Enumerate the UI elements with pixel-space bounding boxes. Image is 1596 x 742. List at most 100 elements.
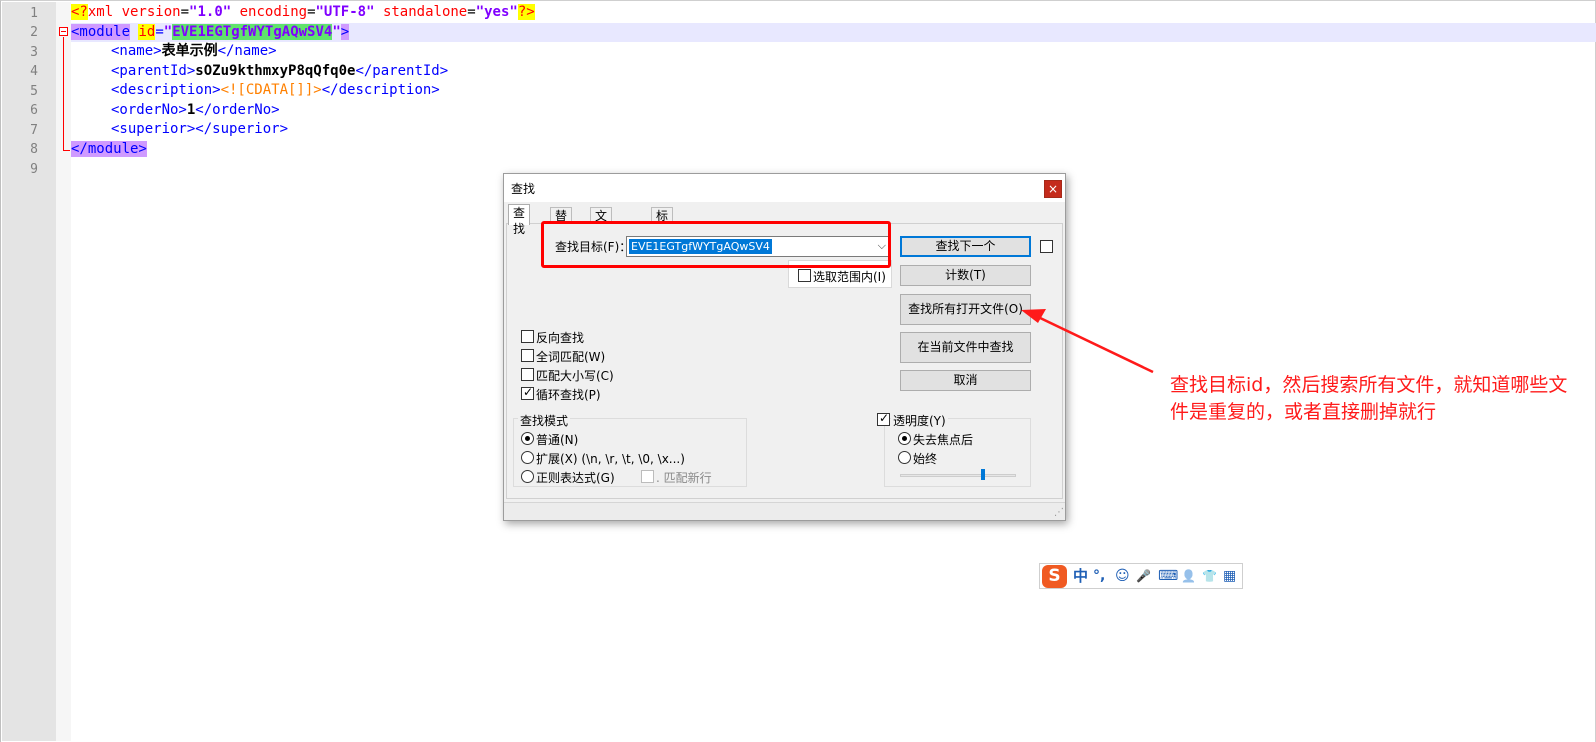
punctuation-icon[interactable]: °,: [1093, 567, 1105, 585]
line-number: 5: [30, 84, 38, 99]
transparency-label: 透明度(Y): [891, 412, 948, 429]
dialog-titlebar[interactable]: 查找 ×: [504, 174, 1065, 202]
code-line-6[interactable]: <orderNo>1</orderNo>: [71, 101, 280, 120]
find-all-open-files-button[interactable]: 查找所有打开文件(O): [900, 294, 1031, 325]
shirt-icon[interactable]: 👕: [1202, 567, 1217, 585]
dialog-status-bar: ⋰: [504, 502, 1065, 520]
pi-open: <?: [71, 4, 88, 20]
tag-text: sOZu9kthmxyP8qQfq0e: [195, 63, 356, 79]
resize-grip-icon[interactable]: ⋰: [1054, 507, 1064, 518]
chinese-mode-icon[interactable]: 中: [1073, 567, 1088, 585]
fold-guide-end: [63, 150, 70, 151]
tab-find[interactable]: 查找: [508, 204, 531, 236]
module-id-value: EVE1EGTgfWYTgAQwSV4: [172, 24, 333, 40]
fold-toggle-icon[interactable]: [59, 27, 68, 36]
highlight-rectangle: [541, 221, 891, 268]
find-in-current-file-button[interactable]: 在当前文件中查找: [900, 332, 1031, 363]
tag-open: <superior>: [111, 121, 196, 137]
equals: =: [467, 4, 476, 20]
smiley-icon[interactable]: ☺: [1115, 567, 1130, 585]
attr-value: "1.0": [189, 4, 232, 20]
tag-open: <module: [71, 24, 131, 40]
match-newline-checkbox[interactable]: [641, 470, 654, 483]
tag-close: </superior>: [195, 121, 289, 137]
reverse-search-label: 反向查找: [536, 331, 585, 345]
search-mode-title: 查找模式: [518, 412, 571, 429]
always-label: 始终: [913, 452, 938, 466]
equals: =: [307, 4, 316, 20]
ime-toolbar[interactable]: S 中 °, ☺ 🎤 ⌨ 👤 👕 ▦: [1039, 563, 1243, 589]
attr-name: standalone: [382, 4, 468, 20]
tag-close: </orderNo>: [195, 102, 280, 118]
line-number-gutter: 1 2 3 4 5 6 7 8 9: [2, 2, 56, 741]
tag-close: </parentId>: [355, 63, 449, 79]
pi-name: xml: [87, 4, 122, 20]
microphone-icon[interactable]: 🎤: [1136, 567, 1151, 585]
line-number: 7: [30, 123, 38, 138]
whole-word-checkbox[interactable]: [521, 349, 534, 362]
cdata: <![CDATA[]]>: [220, 82, 322, 98]
tag-close: </description>: [321, 82, 440, 98]
mode-normal-label: 普通(N): [536, 433, 579, 447]
mode-regex-label: 正则表达式(G): [536, 471, 615, 485]
quote: ": [163, 24, 173, 40]
match-case-checkbox[interactable]: [521, 368, 534, 381]
reverse-search-checkbox[interactable]: [521, 330, 534, 343]
equals: =: [155, 24, 164, 40]
mode-extended-radio[interactable]: [521, 451, 534, 464]
match-newline-label: . 匹配新行: [656, 471, 712, 485]
line-number: 8: [30, 142, 38, 157]
code-line-1[interactable]: <?xml version="1.0" encoding="UTF-8" sta…: [71, 3, 535, 22]
on-lose-focus-radio[interactable]: [898, 432, 911, 445]
cancel-button[interactable]: 取消: [900, 370, 1031, 391]
transparency-slider[interactable]: [900, 474, 1016, 477]
keyboard-icon[interactable]: ⌨: [1158, 567, 1178, 585]
mode-extended-label: 扩展(X) (\n, \r, \t, \0, \x...): [536, 452, 685, 466]
wrap-around-label: 循环查找(P): [536, 388, 601, 402]
line-number: 2: [30, 25, 38, 40]
tag-text: 表单示例: [161, 43, 218, 59]
transparency-checkbox[interactable]: [877, 411, 890, 426]
always-radio[interactable]: [898, 451, 911, 464]
sogou-logo-icon[interactable]: S: [1042, 565, 1067, 588]
line-number: 3: [30, 45, 38, 60]
code-line-4[interactable]: <parentId>sOZu9kthmxyP8qQfq0e</parentId>: [71, 62, 448, 81]
attr-value: "yes": [475, 4, 518, 20]
equals: =: [180, 4, 190, 20]
code-line-7[interactable]: <superior></superior>: [71, 120, 288, 139]
annotation-text: 查找目标id，然后搜索所有文件，就知道哪些文件是重复的，或者直接删掉就行: [1170, 374, 1568, 423]
in-selection-label: 选取范围内(I): [813, 270, 886, 284]
on-lose-focus-label: 失去焦点后: [913, 433, 974, 447]
code-line-3[interactable]: <name>表单示例</name>: [71, 42, 277, 61]
whole-word-label: 全词匹配(W): [536, 350, 606, 364]
tag-open: <description>: [111, 82, 221, 98]
line-number: 1: [30, 6, 38, 21]
attr-value: "UTF-8": [315, 4, 375, 20]
tag-close: </module>: [71, 141, 147, 157]
find-next-option-checkbox[interactable]: [1040, 240, 1053, 253]
line-number: 4: [30, 64, 38, 79]
fold-guide-line: [63, 37, 64, 150]
mode-regex-radio[interactable]: [521, 470, 534, 483]
wrap-around-checkbox[interactable]: [521, 385, 534, 400]
tag-open: <name>: [111, 43, 162, 59]
code-line-5[interactable]: <description><![CDATA[]]></description>: [71, 81, 440, 100]
find-next-button[interactable]: 查找下一个: [900, 236, 1031, 257]
tag-close: >: [340, 24, 350, 40]
code-line-2[interactable]: <module id="EVE1EGTgfWYTgAQwSV4">: [71, 23, 350, 42]
attr-name: encoding: [239, 4, 308, 20]
pi-close: ?>: [517, 4, 535, 20]
code-line-8[interactable]: </module>: [71, 140, 147, 159]
in-selection-checkbox[interactable]: [798, 269, 811, 282]
attr-name: version: [121, 4, 181, 20]
transparency-slider-thumb[interactable]: [981, 469, 985, 480]
line-number: 6: [30, 103, 38, 118]
grid-icon[interactable]: ▦: [1223, 567, 1236, 585]
dialog-title: 查找: [511, 182, 536, 196]
count-button[interactable]: 计数(T): [900, 265, 1031, 286]
close-icon[interactable]: ×: [1044, 180, 1062, 198]
user-icon[interactable]: 👤: [1181, 567, 1196, 585]
mode-normal-radio[interactable]: [521, 432, 534, 445]
